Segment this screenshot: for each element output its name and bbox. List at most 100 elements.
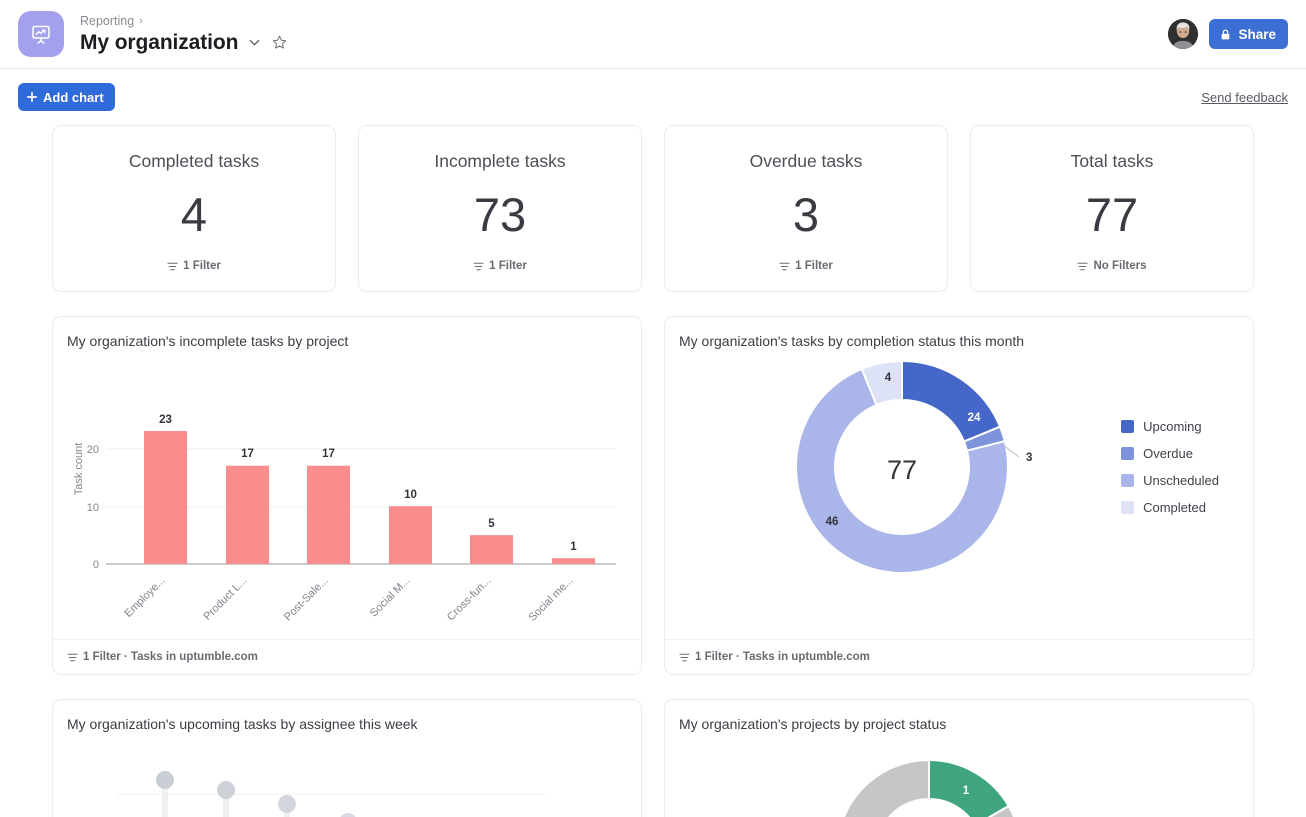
bar-1[interactable] <box>226 465 269 564</box>
breadcrumb-label[interactable]: Reporting <box>80 15 134 28</box>
add-chart-label: Add chart <box>43 89 104 105</box>
legend-item-unscheduled[interactable]: Unscheduled <box>1121 473 1219 488</box>
donut-slice-upcoming[interactable] <box>901 359 1002 443</box>
donut-legend: Upcoming Overdue Unscheduled Completed <box>1121 419 1219 515</box>
lollipop-chart-svg <box>116 771 546 817</box>
y-axis-title: Task count <box>73 443 85 496</box>
filter-icon <box>67 653 78 661</box>
filter-icon <box>473 262 484 270</box>
bar-value-5: 1 <box>570 541 577 553</box>
chart-footer[interactable]: 1 Filter · Tasks in uptumble.com <box>665 639 1253 674</box>
lollipop-point-3[interactable] <box>339 813 357 817</box>
legend-swatch-overdue <box>1121 447 1135 460</box>
x-tick-1: Product L... <box>201 575 249 623</box>
title-row: My organization <box>80 32 288 53</box>
stat-card-completed-tasks[interactable]: Completed tasks 4 1 Filter <box>52 125 336 292</box>
lollipop-point-1[interactable] <box>217 781 235 799</box>
donut-center-value: 77 <box>887 455 917 485</box>
page-title: My organization <box>80 30 239 54</box>
gauge-slice-rest-left[interactable] <box>837 758 930 817</box>
filter-icon <box>679 653 690 661</box>
legend-item-upcoming[interactable]: Upcoming <box>1121 419 1219 434</box>
bottom-chart-row: My organization's upcoming tasks by assi… <box>52 699 1254 817</box>
legend-label-overdue: Overdue <box>1143 446 1193 461</box>
stat-value: 3 <box>792 188 820 241</box>
chart-footer[interactable]: 1 Filter · Tasks in uptumble.com <box>53 639 641 674</box>
bar-3[interactable] <box>389 506 432 564</box>
chart-card-projects-by-status[interactable]: My organization's projects by project st… <box>664 699 1254 817</box>
bar-value-0: 23 <box>159 414 172 426</box>
chart-footer-label: 1 Filter · Tasks in uptumble.com <box>83 651 258 663</box>
bar-5[interactable] <box>552 558 595 564</box>
dashboard-board: Completed tasks 4 1 Filter Incomplete ta… <box>0 125 1306 817</box>
stat-filter[interactable]: No Filters <box>1077 260 1147 272</box>
stat-title: Total tasks <box>1070 151 1154 171</box>
chart-card-incomplete-by-project[interactable]: My organization's incomplete tasks by pr… <box>52 316 642 675</box>
breadcrumb-separator-icon: › <box>139 15 143 27</box>
avatar-photo <box>1168 19 1199 49</box>
legend-swatch-upcoming <box>1121 420 1135 433</box>
lollipop-point-0[interactable] <box>156 771 174 789</box>
share-button[interactable]: Share <box>1209 19 1288 49</box>
share-label: Share <box>1238 26 1276 42</box>
gauge-label: 1 <box>963 785 970 797</box>
stat-filter-label: No Filters <box>1093 260 1147 272</box>
chart-card-upcoming-by-assignee[interactable]: My organization's upcoming tasks by assi… <box>52 699 642 817</box>
chart-title: My organization's upcoming tasks by assi… <box>67 716 418 732</box>
stat-card-incomplete-tasks[interactable]: Incomplete tasks 73 1 Filter <box>358 125 642 292</box>
x-tick-0: Employe... <box>122 575 167 620</box>
title-block: Reporting › My organization <box>80 15 288 53</box>
toolbar: Add chart Send feedback <box>0 69 1306 125</box>
legend-swatch-unscheduled <box>1121 474 1135 487</box>
donut-chart: 77 24 4 46 3 Upcoming Overdue Unschedule… <box>665 349 1253 639</box>
stat-title: Overdue tasks <box>749 151 863 171</box>
add-chart-button[interactable]: Add chart <box>18 83 115 111</box>
stat-filter[interactable]: 1 Filter <box>473 260 527 272</box>
legend-label-upcoming: Upcoming <box>1143 419 1202 434</box>
stat-card-overdue-tasks[interactable]: Overdue tasks 3 1 Filter <box>664 125 948 292</box>
stat-filter-label: 1 Filter <box>183 260 221 272</box>
legend-item-completed[interactable]: Completed <box>1121 500 1219 515</box>
gauge-chart: 1 <box>665 732 1253 817</box>
stat-card-total-tasks[interactable]: Total tasks 77 No Filters <box>970 125 1254 292</box>
bar-value-1: 17 <box>241 448 254 460</box>
breadcrumb[interactable]: Reporting › <box>80 15 288 28</box>
send-feedback-link[interactable]: Send feedback <box>1201 90 1288 105</box>
user-avatar[interactable] <box>1168 19 1199 49</box>
x-tick-3: Social M... <box>368 575 413 620</box>
stat-filter-label: 1 Filter <box>795 260 833 272</box>
lock-icon <box>1222 29 1230 39</box>
bar-value-2: 17 <box>322 448 335 460</box>
chevron-down-icon[interactable] <box>247 35 262 50</box>
stat-filter[interactable]: 1 Filter <box>167 260 221 272</box>
bar-value-4: 5 <box>488 518 495 530</box>
star-icon[interactable] <box>271 34 288 51</box>
gauge-chart-svg: 1 <box>837 758 1016 817</box>
donut-label-unscheduled: 46 <box>826 516 839 528</box>
stat-value: 73 <box>473 188 527 241</box>
bar-2[interactable] <box>307 465 350 564</box>
stat-value: 4 <box>180 188 208 241</box>
stat-filter[interactable]: 1 Filter <box>779 260 833 272</box>
legend-label-completed: Completed <box>1143 500 1206 515</box>
chart-card-tasks-by-completion-status[interactable]: My organization's tasks by completion st… <box>664 316 1254 675</box>
y-tick-10: 10 <box>87 502 99 514</box>
bar-4[interactable] <box>470 535 513 564</box>
app-logo[interactable] <box>18 11 64 57</box>
chart-title: My organization's tasks by completion st… <box>679 333 1025 349</box>
y-tick-0: 0 <box>93 559 99 571</box>
chart-title: My organization's incomplete tasks by pr… <box>67 333 349 349</box>
legend-label-unscheduled: Unscheduled <box>1143 473 1219 488</box>
bar-chart-svg: Task count 0 10 20 23 17 17 10 5 1 Emplo… <box>73 414 616 624</box>
donut-label-overdue: 3 <box>1026 452 1032 464</box>
plus-icon <box>27 92 37 102</box>
y-tick-20: 20 <box>87 444 99 456</box>
donut-label-completed: 4 <box>885 372 892 384</box>
stat-value: 77 <box>1085 188 1139 241</box>
chart-title: My organization's projects by project st… <box>679 716 947 732</box>
stat-title: Incomplete tasks <box>434 151 566 171</box>
legend-swatch-completed <box>1121 501 1135 514</box>
bar-0[interactable] <box>144 431 187 564</box>
legend-item-overdue[interactable]: Overdue <box>1121 446 1219 461</box>
lollipop-point-2[interactable] <box>278 795 296 813</box>
